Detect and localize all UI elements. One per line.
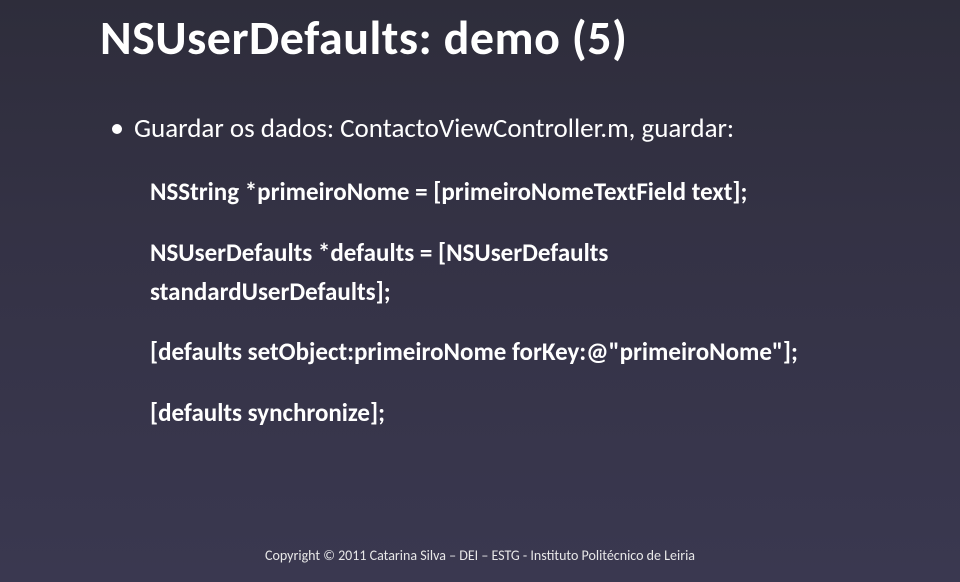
code-line: standardUserDefaults]; (150, 273, 900, 312)
slide-title: NSUserDefaults: demo (5) (100, 8, 900, 67)
code-line: NSUserDefaults *defaults = [NSUserDefaul… (150, 234, 900, 273)
slide-content: Guardar os dados: ContactoViewController… (100, 112, 900, 433)
code-block: NSString *primeiroNome = [primeiroNomeTe… (112, 173, 900, 433)
bullet-text: Guardar os dados: ContactoViewController… (134, 112, 734, 145)
footer-copyright: Copyright © 2011 Catarina Silva – DEI – … (0, 547, 960, 564)
slide-container: NSUserDefaults: demo (5) Guardar os dado… (0, 0, 960, 582)
bullet-icon (112, 124, 122, 134)
code-line: [defaults synchronize]; (150, 394, 900, 433)
bullet-item: Guardar os dados: ContactoViewController… (112, 112, 900, 145)
code-line: NSString *primeiroNome = [primeiroNomeTe… (150, 173, 900, 212)
code-line: [defaults setObject:primeiroNome forKey:… (150, 333, 900, 372)
